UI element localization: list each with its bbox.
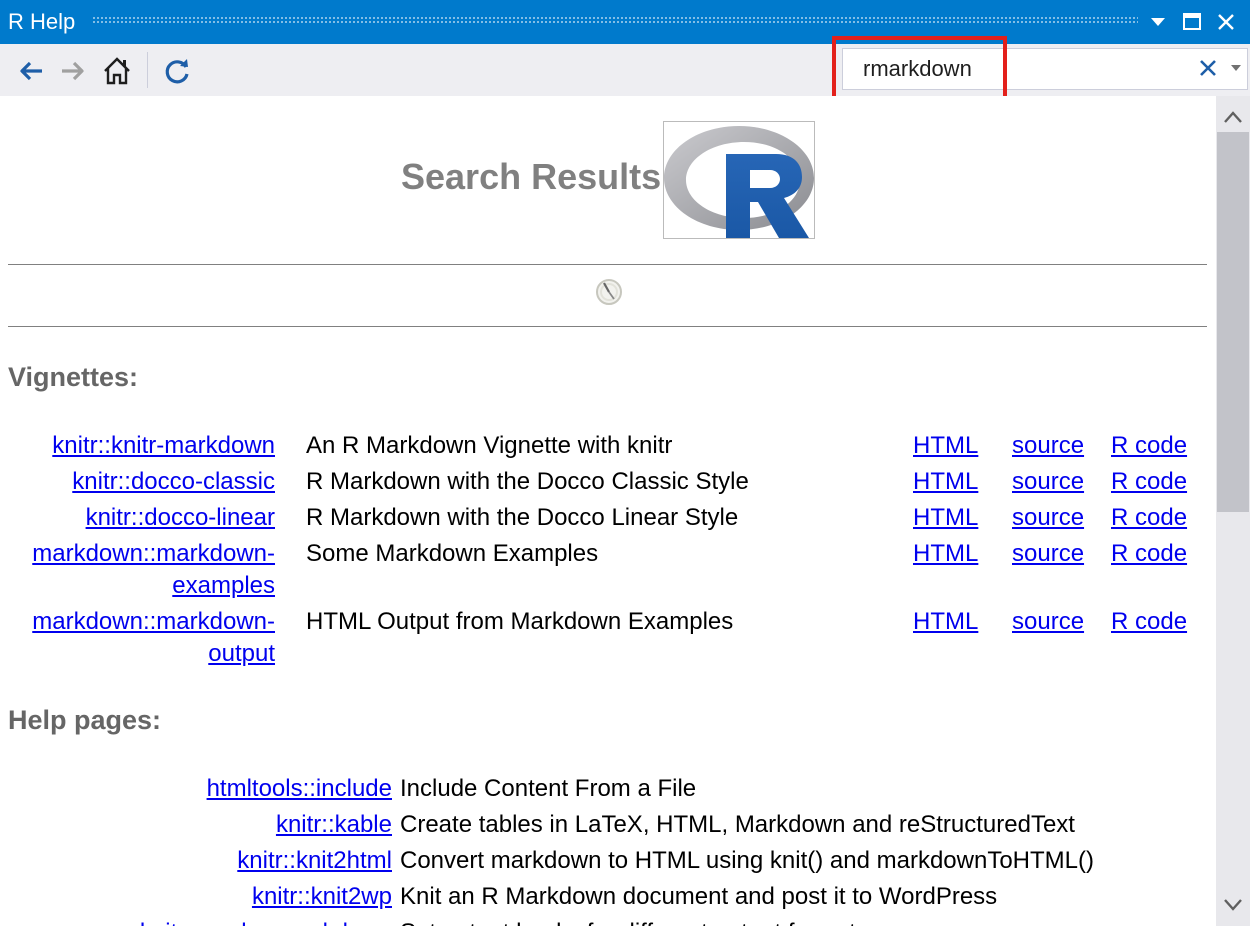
help-desc: Set output hooks for different output fo… bbox=[400, 917, 868, 926]
scroll-down-icon[interactable] bbox=[1216, 888, 1250, 922]
help-desc: Include Content From a File bbox=[400, 775, 697, 802]
help-link-knitr-knit2wp[interactable]: knitr::knit2wp bbox=[252, 881, 392, 913]
help-desc: Knit an R Markdown document and post it … bbox=[400, 883, 998, 910]
vignette-source-link[interactable]: source bbox=[1012, 466, 1084, 498]
help-desc: Convert markdown to HTML using knit() an… bbox=[400, 847, 1094, 874]
vertical-scrollbar[interactable] bbox=[1216, 96, 1250, 926]
vignette-link-markdown-output[interactable]: markdown::markdown- bbox=[32, 606, 275, 638]
forward-icon bbox=[62, 61, 84, 81]
help-pages-heading: Help pages: bbox=[8, 705, 162, 735]
scrollbar-thumb[interactable] bbox=[1217, 132, 1249, 512]
refresh-icon bbox=[165, 59, 189, 84]
help-search-box[interactable] bbox=[842, 48, 1248, 90]
maximize-icon[interactable] bbox=[1178, 8, 1206, 36]
help-desc: Create tables in LaTeX, HTML, Markdown a… bbox=[400, 811, 1075, 838]
vignette-html-link[interactable]: HTML bbox=[913, 502, 978, 534]
window-menu-dropdown-icon[interactable] bbox=[1144, 8, 1172, 36]
title-grip[interactable] bbox=[92, 16, 1138, 24]
vignette-desc: HTML Output from Markdown Examples bbox=[306, 608, 734, 635]
help-content: Search Results Vignettes: knitr::knitr-m… bbox=[0, 96, 1216, 926]
back-icon bbox=[20, 61, 42, 81]
refresh-button[interactable] bbox=[161, 54, 195, 88]
help-link-knitr-kable[interactable]: knitr::kable bbox=[276, 809, 392, 841]
vignette-link-docco-linear[interactable]: knitr::docco-linear bbox=[86, 502, 275, 534]
divider-bottom bbox=[8, 326, 1207, 327]
vignette-desc: Some Markdown Examples bbox=[306, 540, 599, 567]
page-title: Search Results bbox=[401, 156, 662, 197]
help-link-knitr-knit2html[interactable]: knitr::knit2html bbox=[237, 845, 392, 877]
r-logo bbox=[663, 121, 815, 239]
scroll-up-icon[interactable] bbox=[1216, 100, 1250, 134]
search-clear-icon[interactable] bbox=[1194, 54, 1222, 82]
vignette-html-link[interactable]: HTML bbox=[913, 538, 978, 570]
toolbar-separator bbox=[147, 52, 148, 88]
vignette-link-markdown-examples[interactable]: markdown::markdown- bbox=[32, 538, 275, 570]
vignette-source-link[interactable]: source bbox=[1012, 502, 1084, 534]
home-icon bbox=[104, 57, 130, 85]
vignette-html-link[interactable]: HTML bbox=[913, 430, 978, 462]
vignette-desc: An R Markdown Vignette with knitr bbox=[306, 432, 673, 459]
vignette-html-link[interactable]: HTML bbox=[913, 466, 978, 498]
vignettes-heading: Vignettes: bbox=[8, 362, 139, 392]
vignette-source-link[interactable]: source bbox=[1012, 538, 1084, 570]
search-history-dropdown-icon[interactable] bbox=[1226, 54, 1246, 82]
vignette-link-knitr-markdown[interactable]: knitr::knitr-markdown bbox=[52, 430, 275, 462]
vignette-source-link[interactable]: source bbox=[1012, 430, 1084, 462]
window-title: R Help bbox=[8, 9, 76, 34]
title-bar: R Help bbox=[0, 0, 1250, 44]
loading-spinner-icon bbox=[594, 277, 624, 307]
vignette-rcode-link[interactable]: R code bbox=[1111, 606, 1187, 638]
help-link-knitr-render-markdown[interactable]: knitr::render_markdown bbox=[140, 917, 392, 926]
close-icon[interactable] bbox=[1212, 8, 1240, 36]
back-button[interactable] bbox=[14, 54, 48, 88]
vignette-desc: R Markdown with the Docco Classic Style bbox=[306, 468, 749, 495]
vignette-desc: R Markdown with the Docco Linear Style bbox=[306, 504, 739, 531]
vignette-source-link[interactable]: source bbox=[1012, 606, 1084, 638]
home-button[interactable] bbox=[100, 54, 134, 88]
search-input[interactable] bbox=[843, 49, 1183, 89]
forward-button[interactable] bbox=[56, 54, 90, 88]
help-link-htmltools-include[interactable]: htmltools::include bbox=[207, 773, 392, 805]
vignette-link-markdown-examples[interactable]: examples bbox=[172, 570, 275, 602]
vignette-rcode-link[interactable]: R code bbox=[1111, 538, 1187, 570]
divider-top bbox=[8, 264, 1207, 265]
vignette-rcode-link[interactable]: R code bbox=[1111, 502, 1187, 534]
vignette-rcode-link[interactable]: R code bbox=[1111, 430, 1187, 462]
vignette-link-markdown-output[interactable]: output bbox=[208, 638, 275, 670]
vignette-rcode-link[interactable]: R code bbox=[1111, 466, 1187, 498]
vignette-html-link[interactable]: HTML bbox=[913, 606, 978, 638]
vignette-link-docco-classic[interactable]: knitr::docco-classic bbox=[72, 466, 275, 498]
